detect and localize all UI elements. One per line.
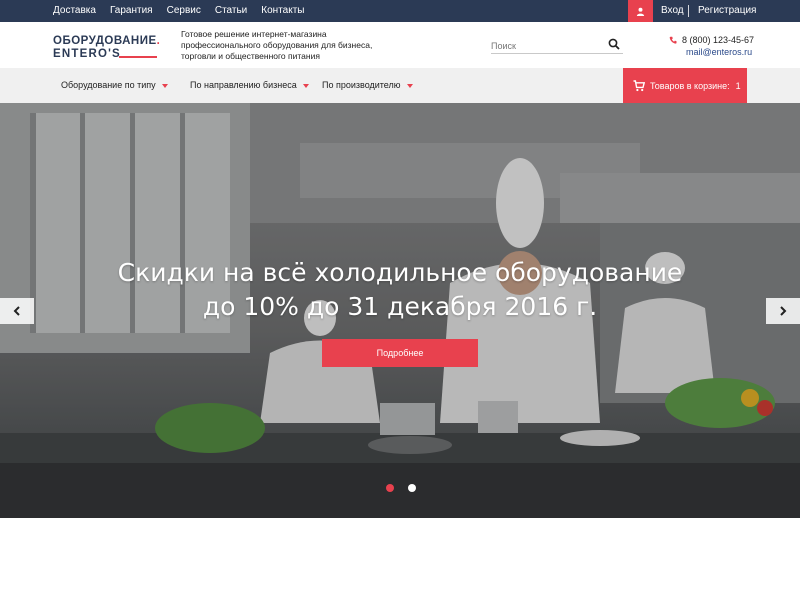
top-nav-warranty[interactable]: Гарантия <box>110 0 153 22</box>
hero-more-button[interactable]: Подробнее <box>322 339 478 367</box>
logo-underline <box>119 56 157 58</box>
slider-next-button[interactable] <box>766 298 800 324</box>
logo[interactable]: ОБОРУДОВАНИЕ. ENTERO'S <box>53 35 163 60</box>
logo-text-top: ОБОРУДОВАНИЕ <box>53 35 157 47</box>
category-by-type[interactable]: Оборудование по типу <box>61 68 168 103</box>
chevron-down-icon <box>302 83 309 88</box>
chevron-down-icon <box>161 83 168 88</box>
top-nav-delivery[interactable]: Доставка <box>53 0 96 22</box>
search-icon[interactable] <box>608 38 620 50</box>
cart-button[interactable]: Товаров в корзине: 1 <box>623 68 747 103</box>
category-by-manufacturer[interactable]: По производителю <box>322 68 413 103</box>
category-by-business[interactable]: По направлению бизнеса <box>190 68 309 103</box>
category-by-type-label: Оборудование по типу <box>61 80 156 90</box>
register-link[interactable]: Регистрация <box>698 0 756 22</box>
phone-number[interactable]: 8 (800) 123-45-67 <box>682 35 754 45</box>
hero-title: Скидки на всё холодильное оборудование д… <box>0 256 800 324</box>
divider <box>688 5 689 17</box>
top-bar: Доставка Гарантия Сервис Статьи Контакты… <box>0 0 800 22</box>
cart-label: Товаров в корзине: <box>650 80 730 91</box>
email-link[interactable]: mail@enteros.ru <box>686 47 752 57</box>
hero-slider: Скидки на всё холодильное оборудование д… <box>0 103 800 518</box>
category-by-business-label: По направлению бизнеса <box>190 80 297 90</box>
search-input[interactable] <box>491 37 601 55</box>
chevron-left-icon <box>13 306 20 316</box>
chevron-down-icon <box>406 83 413 88</box>
top-nav-articles[interactable]: Статьи <box>215 0 247 22</box>
header: ОБОРУДОВАНИЕ. ENTERO'S Готовое решение и… <box>0 22 800 68</box>
logo-text-bottom: ENTERO'S <box>53 48 121 60</box>
cart-icon <box>633 79 645 91</box>
top-nav-contacts[interactable]: Контакты <box>261 0 304 22</box>
slider-dot-2[interactable] <box>408 484 416 492</box>
search-box <box>491 36 623 55</box>
top-nav: Доставка Гарантия Сервис Статьи Контакты <box>53 0 318 22</box>
user-icon <box>636 7 645 16</box>
top-nav-service[interactable]: Сервис <box>167 0 201 22</box>
logo-dot: . <box>156 35 161 47</box>
tagline: Готовое решение интернет-магазина профес… <box>181 29 373 61</box>
slider-dot-1[interactable] <box>386 484 394 492</box>
slider-prev-button[interactable] <box>0 298 34 324</box>
cart-count: 1 <box>735 80 741 91</box>
phone-icon <box>669 36 677 44</box>
login-link[interactable]: Вход <box>661 0 684 22</box>
user-button[interactable] <box>628 0 653 22</box>
hero-title-line-2: до 10% до 31 декабря 2016 г. <box>202 292 598 321</box>
slider-dots <box>386 484 416 492</box>
chevron-right-icon <box>780 306 787 316</box>
hero-title-line-1: Скидки на всё холодильное оборудование <box>117 258 683 287</box>
category-by-manufacturer-label: По производителю <box>322 80 401 90</box>
